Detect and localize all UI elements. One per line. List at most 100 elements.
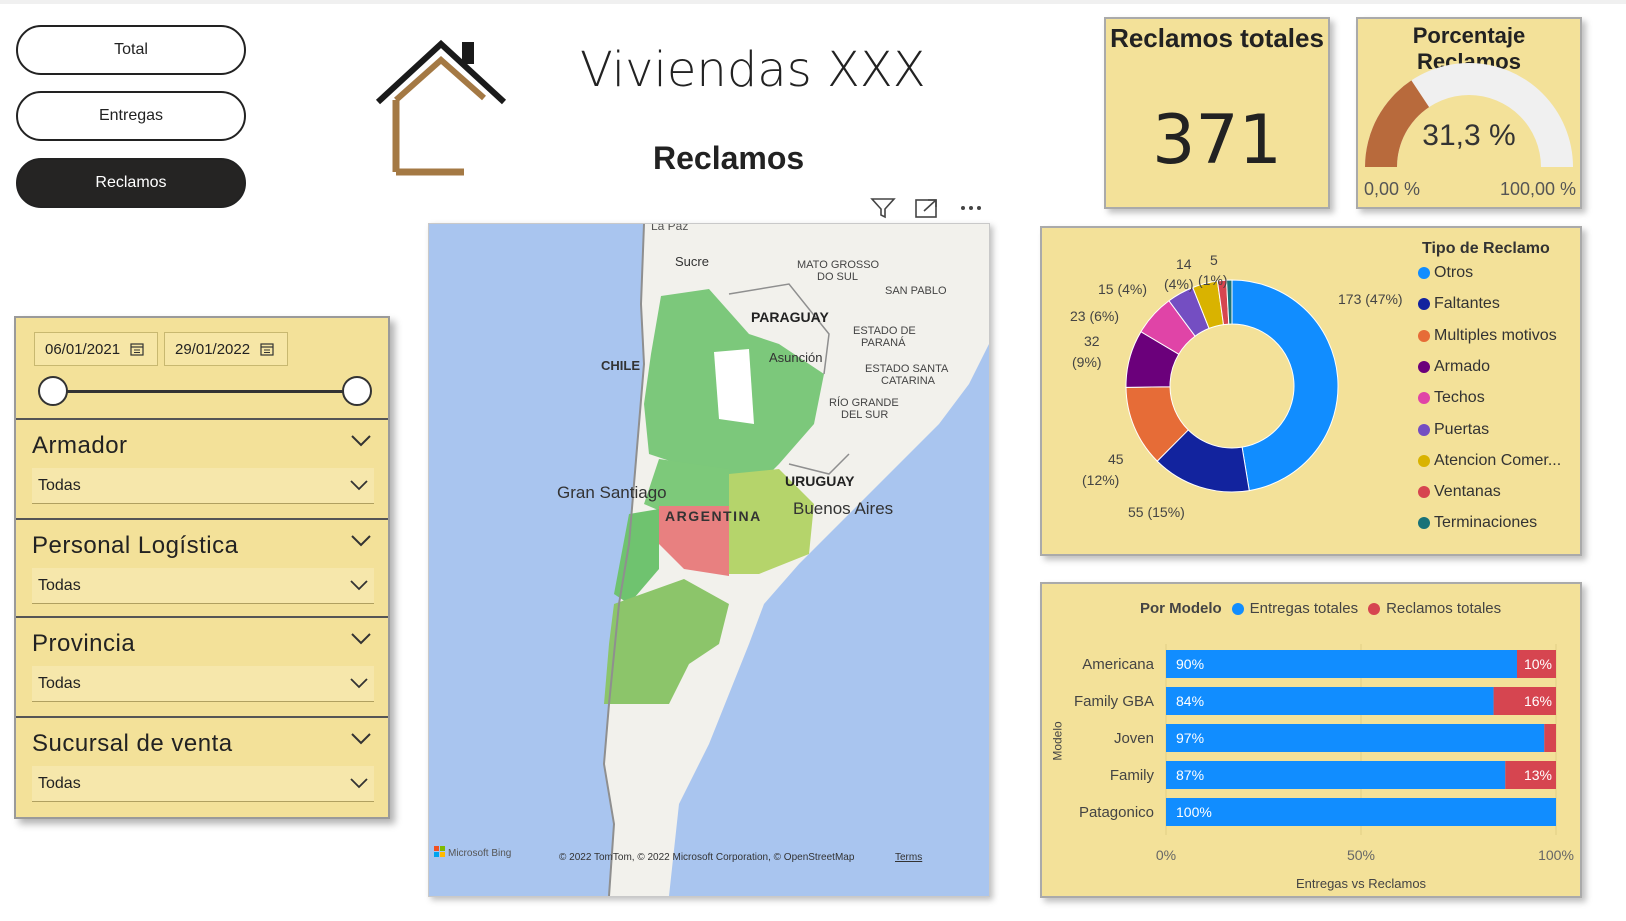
legend-label: Terminaciones: [1434, 514, 1538, 532]
map-label: MATO GROSSO: [797, 259, 880, 271]
total-button[interactable]: Total: [16, 25, 246, 75]
legend-dot: [1418, 486, 1430, 499]
chevron-down-icon: [350, 678, 368, 689]
more-options-icon[interactable]: [958, 196, 984, 220]
chevron-down-icon: [350, 778, 368, 789]
map-label: PARANÁ: [861, 336, 906, 349]
map-visual[interactable]: La Paz Sucre MATO GROSSO DO SUL SAN PABL…: [428, 219, 990, 897]
chevron-down-icon[interactable]: [350, 434, 372, 448]
data-label: (12%): [1082, 472, 1120, 488]
bar-data-label: 100%: [1176, 804, 1212, 820]
chevron-down-icon: [350, 580, 368, 591]
x-tick-label: 50%: [1347, 847, 1375, 863]
chevron-down-icon[interactable]: [350, 732, 372, 746]
page-subtitle: Reclamos: [653, 140, 805, 176]
armador-select[interactable]: Todas: [32, 468, 374, 504]
legend-item[interactable]: Puertas: [1418, 421, 1489, 439]
filter-provincia[interactable]: Provincia Todas: [16, 616, 388, 716]
map-label: ESTADO SANTA: [865, 363, 949, 375]
select-value: Todas: [38, 775, 81, 792]
filter-armador[interactable]: Armador Todas: [16, 418, 388, 518]
legend-label: Puertas: [1434, 420, 1490, 438]
map-label: CATARINA: [881, 375, 936, 387]
start-date-value: 06/01/2021: [45, 340, 121, 358]
bar-reclamos[interactable]: [1544, 724, 1556, 752]
legend-item[interactable]: Armado: [1418, 358, 1490, 376]
filter-sucursal-venta[interactable]: Sucursal de venta Todas: [16, 716, 388, 816]
filter-label: Personal Logística: [32, 532, 239, 559]
bar-chart[interactable]: 0% 50% 100% Americana 90% 10% Family GBA 84% 16%…: [1042, 584, 1580, 896]
legend-item[interactable]: Techos: [1418, 389, 1485, 407]
bar-data-label: 16%: [1524, 693, 1552, 709]
map-copyright: © 2022 TomTom, © 2022 Microsoft Corporat…: [559, 852, 855, 863]
map-label: PARAGUAY: [751, 309, 829, 325]
legend-dot: [1418, 517, 1430, 530]
date-range-end-handle[interactable]: [342, 376, 372, 406]
legend-dot: [1418, 267, 1430, 279]
start-date-input[interactable]: 06/01/2021: [34, 332, 158, 366]
reclamos-button[interactable]: Reclamos: [16, 158, 246, 208]
legend-item[interactable]: Multiples motivos: [1418, 327, 1557, 345]
bar-chart-card: Por Modelo Entregas totales Reclamos tot…: [1040, 582, 1582, 898]
date-range-track: [52, 390, 357, 393]
legend-label: Faltantes: [1434, 295, 1500, 313]
filter-personal-logistica[interactable]: Personal Logística Todas: [16, 518, 388, 618]
sucursal-venta-select[interactable]: Todas: [32, 766, 374, 802]
data-label: 55 (15%): [1128, 504, 1185, 520]
legend-item[interactable]: Atencion Comer...: [1418, 452, 1561, 470]
date-range-start-handle[interactable]: [38, 376, 68, 406]
y-tick-label: Patagonico: [1079, 804, 1154, 821]
bar-entregas[interactable]: [1166, 798, 1556, 826]
legend-dot: [1418, 423, 1430, 436]
data-label: 173 (47%): [1338, 291, 1403, 307]
provincia-select[interactable]: Todas: [32, 666, 374, 702]
donut-slice-otros[interactable]: [1231, 279, 1339, 492]
kpi-title: Reclamos totales: [1110, 23, 1324, 53]
entregas-button[interactable]: Entregas: [16, 91, 246, 141]
page-title: Viviendas XXX: [580, 42, 926, 98]
bar-data-label: 87%: [1176, 767, 1204, 783]
y-tick-label: Family: [1110, 767, 1155, 784]
x-tick-label: 100%: [1538, 847, 1574, 863]
map-label: La Paz: [651, 224, 688, 233]
chevron-down-icon[interactable]: [350, 632, 372, 646]
donut-chart[interactable]: [1042, 228, 1580, 554]
filters-panel: 06/01/2021 29/01/2022 Armador Todas Pers…: [14, 316, 390, 819]
legend-item[interactable]: Otros: [1418, 264, 1473, 282]
map-label: Gran Santiago: [557, 483, 667, 502]
legend-item[interactable]: Faltantes: [1418, 295, 1500, 313]
bing-logo: Microsoft Bing: [448, 848, 511, 859]
legend-item[interactable]: Terminaciones: [1418, 514, 1537, 532]
map-label: DO SUL: [817, 271, 858, 283]
kpi-value: 371: [1152, 101, 1282, 180]
x-axis-label: Entregas vs Reclamos: [1296, 876, 1427, 891]
bar-data-label: 97%: [1176, 730, 1204, 746]
chevron-down-icon[interactable]: [350, 534, 372, 548]
map-label: DEL SUR: [841, 409, 888, 421]
chevron-down-icon: [350, 480, 368, 491]
select-value: Todas: [38, 477, 81, 494]
data-label: 14: [1176, 256, 1192, 272]
bar-entregas[interactable]: [1166, 761, 1506, 789]
bar-entregas[interactable]: [1166, 650, 1517, 678]
filter-icon[interactable]: [870, 196, 896, 220]
bar-entregas[interactable]: [1166, 724, 1545, 752]
personal-logistica-select[interactable]: Todas: [32, 568, 374, 604]
map-label: URUGUAY: [785, 473, 855, 489]
data-label: 5: [1210, 252, 1218, 268]
focus-mode-icon[interactable]: [914, 196, 940, 220]
gauge-card: Porcentaje Reclamos 31,3 % 0,00 % 100,00…: [1356, 17, 1582, 209]
legend-label: Ventanas: [1434, 483, 1501, 501]
map-terms-link[interactable]: Terms: [895, 852, 922, 863]
legend-item[interactable]: Ventanas: [1418, 483, 1501, 501]
x-tick-label: 0%: [1156, 847, 1176, 863]
end-date-input[interactable]: 29/01/2022: [164, 332, 288, 366]
map-label: Sucre: [675, 254, 709, 269]
bar-entregas[interactable]: [1166, 687, 1494, 715]
gauge-chart: [1365, 63, 1573, 167]
map-label: Buenos Aires: [793, 499, 893, 518]
map-label: SAN PABLO: [885, 285, 947, 297]
map-canvas[interactable]: La Paz Sucre MATO GROSSO DO SUL SAN PABL…: [429, 219, 989, 897]
kpi-card-reclamos: Reclamos totales 371: [1104, 17, 1330, 209]
data-label: 15 (4%): [1098, 281, 1148, 297]
